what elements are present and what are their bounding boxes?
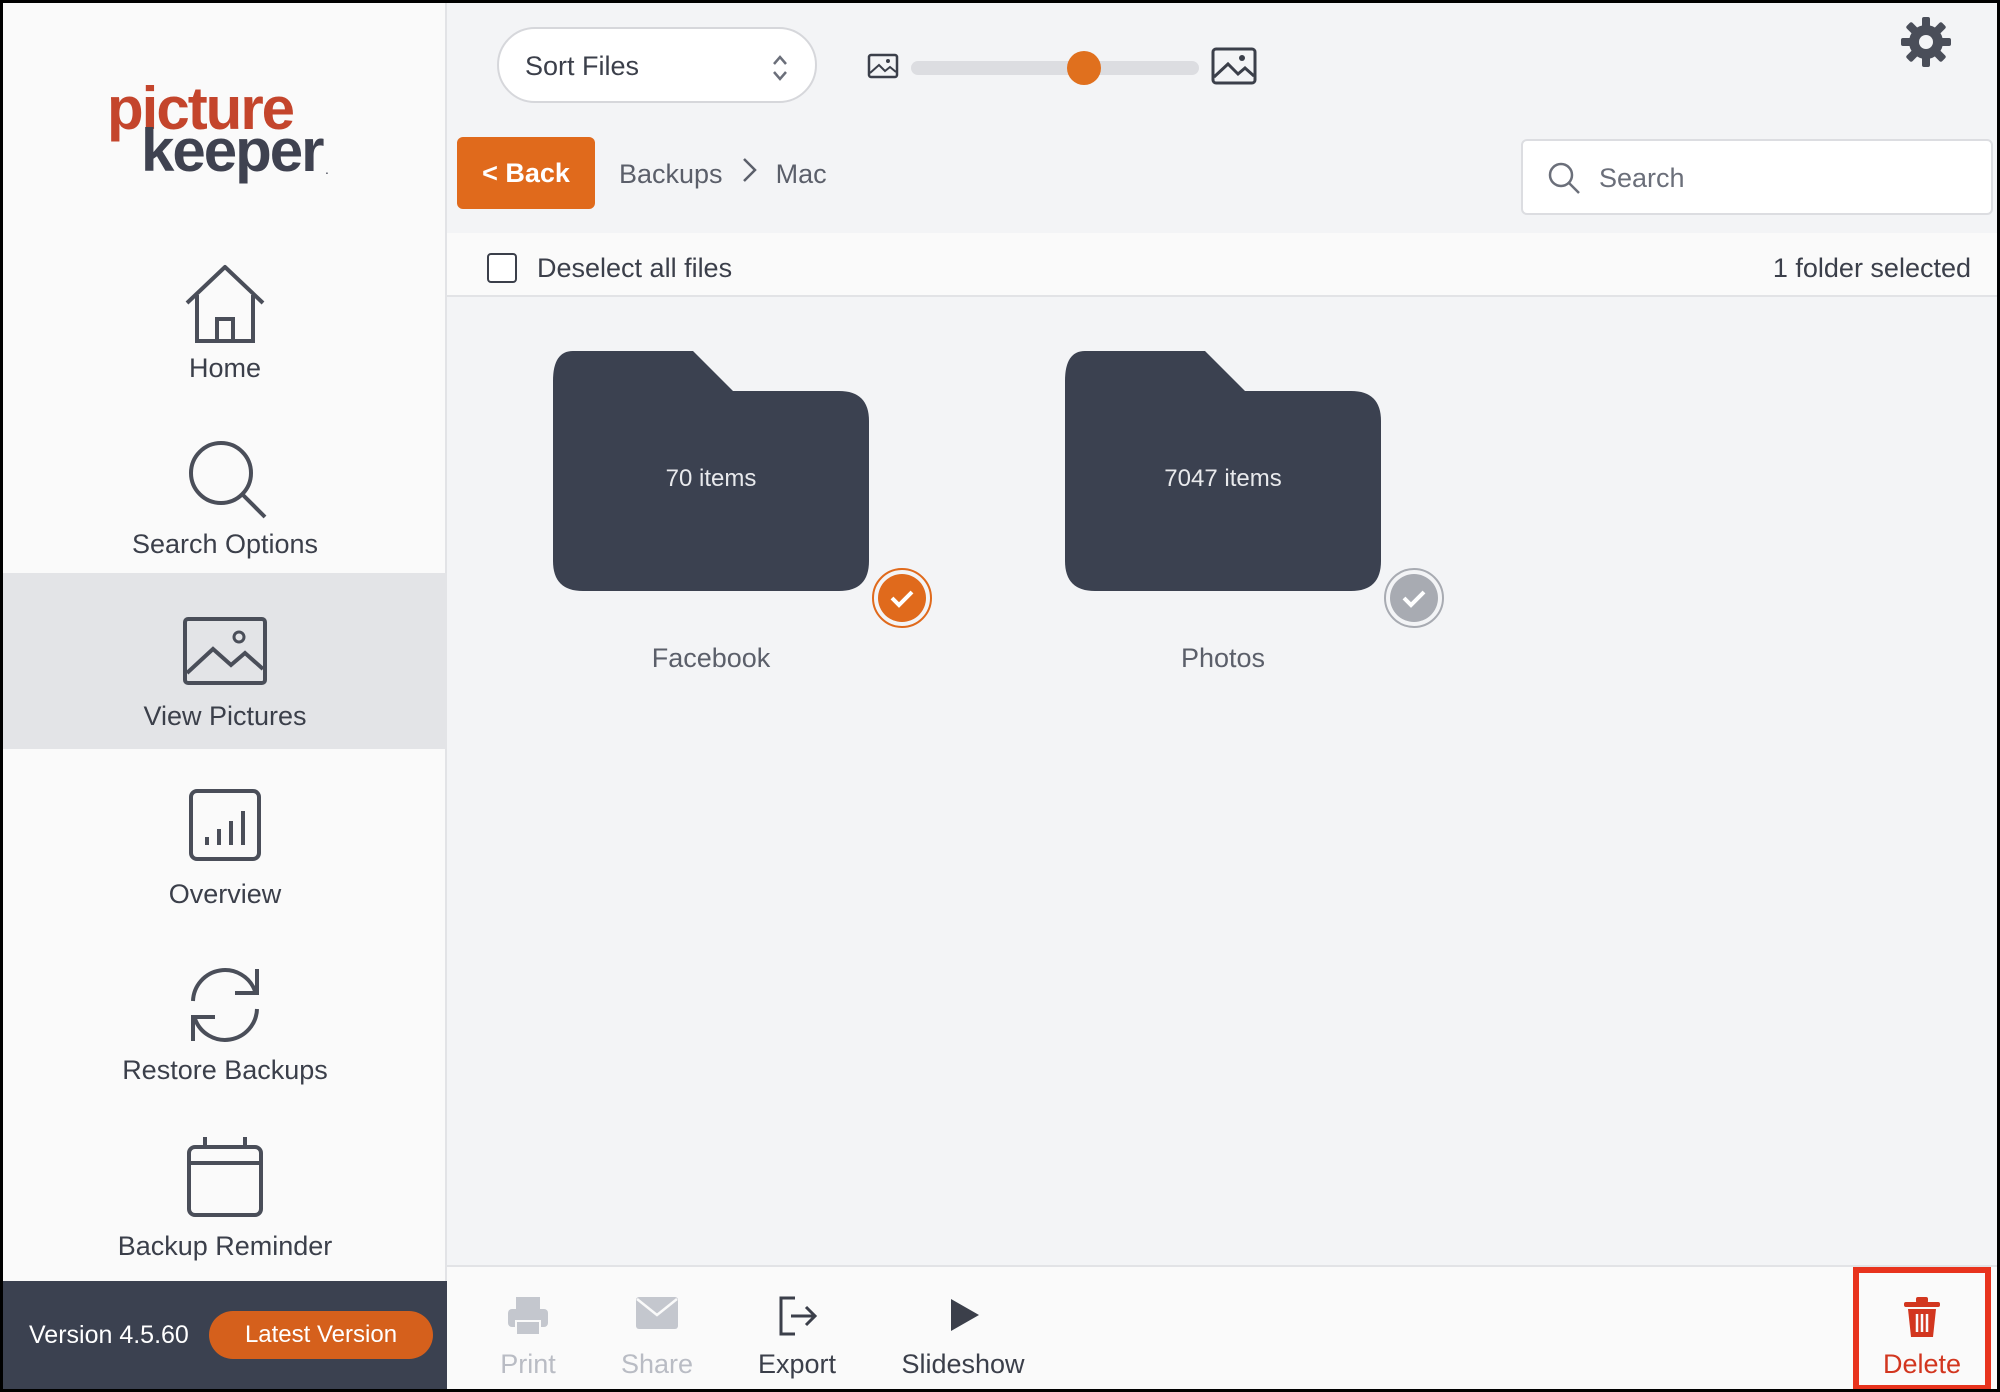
- large-thumbnail-icon[interactable]: [1211, 47, 1257, 87]
- search-icon: [1548, 162, 1580, 194]
- share-label: Share: [620, 1349, 694, 1379]
- chevron-right-icon: [743, 158, 757, 182]
- folder-facebook[interactable]: 70 items Facebook: [553, 351, 932, 673]
- sidebar-item-label: Search Options: [131, 529, 319, 559]
- trash-icon: [1904, 1297, 1940, 1337]
- home-icon: [185, 265, 265, 343]
- back-button[interactable]: < Back: [457, 137, 595, 209]
- slideshow-label: Slideshow: [901, 1349, 1025, 1379]
- sidebar-item-label: Backup Reminder: [117, 1231, 333, 1261]
- envelope-icon: [636, 1297, 678, 1329]
- thumbnail-size-slider[interactable]: [911, 61, 1199, 75]
- sidebar-item-label: Overview: [168, 879, 282, 909]
- folder-name[interactable]: Photos: [1065, 643, 1381, 674]
- play-icon: [951, 1299, 979, 1331]
- calendar-icon: [187, 1137, 263, 1217]
- breadcrumb-mac[interactable]: Mac: [776, 159, 827, 189]
- logo-mark: .: [325, 161, 329, 177]
- sidebar-item-backup-reminder[interactable]: Backup Reminder: [3, 1103, 447, 1279]
- small-thumbnail-icon[interactable]: [867, 53, 899, 81]
- refresh-icon: [191, 968, 259, 1042]
- printer-icon: [508, 1297, 548, 1336]
- delete-button[interactable]: Delete: [1853, 1267, 1991, 1389]
- sidebar-item-label: Home: [188, 353, 262, 383]
- sidebar-item-label: Restore Backups: [122, 1055, 328, 1085]
- deselect-all-checkbox[interactable]: [487, 253, 517, 283]
- sort-files-select[interactable]: Sort Files: [497, 27, 817, 103]
- bar-chart-icon: [189, 789, 261, 861]
- picture-icon: [183, 617, 267, 685]
- search-box[interactable]: [1521, 139, 1993, 215]
- export-icon: [779, 1296, 818, 1336]
- bottom-toolbar: Print Share Export Slideshow Delete: [447, 1265, 1997, 1389]
- sidebar-item-label: View Pictures: [143, 701, 307, 731]
- print-button[interactable]: Print: [483, 1267, 573, 1389]
- sidebar-item-restore-backups[interactable]: Restore Backups: [3, 927, 447, 1103]
- folder-name[interactable]: Facebook: [553, 643, 869, 674]
- sidebar: picture keeper . Home Search Options Vie…: [3, 3, 447, 1389]
- version-text: Version 4.5.60: [29, 1321, 189, 1349]
- search-icon: [189, 441, 267, 519]
- delete-label: Delete: [1882, 1349, 1962, 1379]
- folder-photos[interactable]: 7047 items Photos: [1065, 351, 1444, 673]
- export-label: Export: [757, 1349, 837, 1379]
- share-button[interactable]: Share: [607, 1267, 707, 1389]
- folder-item-count: 7047 items: [1164, 465, 1282, 492]
- version-bar: Version 4.5.60 Latest Version: [3, 1281, 447, 1389]
- selection-row: Deselect all files 1 folder selected: [447, 233, 1997, 297]
- folder-item-count: 70 items: [665, 465, 757, 492]
- unselected-check-icon[interactable]: [1383, 567, 1445, 629]
- sidebar-item-search-options[interactable]: Search Options: [3, 401, 447, 577]
- logo-line-2: keeper: [141, 117, 324, 184]
- gear-icon[interactable]: [1899, 15, 1953, 69]
- sidebar-item-view-pictures[interactable]: View Pictures: [3, 573, 447, 749]
- print-label: Print: [500, 1349, 556, 1379]
- breadcrumb: Backups Mac: [619, 157, 827, 190]
- deselect-all-label[interactable]: Deselect all files: [537, 253, 732, 284]
- selected-count: 1 folder selected: [1772, 253, 1971, 283]
- sidebar-item-home[interactable]: Home: [3, 225, 447, 401]
- selected-check-icon[interactable]: [871, 567, 933, 629]
- breadcrumb-backups[interactable]: Backups: [619, 159, 723, 189]
- search-input[interactable]: [1599, 159, 1979, 197]
- export-button[interactable]: Export: [747, 1267, 847, 1389]
- app-window: picture keeper . Home Search Options Vie…: [3, 3, 1997, 1389]
- latest-version-button[interactable]: Latest Version: [209, 1311, 433, 1359]
- sort-files-label: Sort Files: [525, 51, 640, 81]
- slider-handle[interactable]: [1066, 51, 1101, 85]
- chevron-updown-icon: [773, 55, 787, 81]
- slideshow-button[interactable]: Slideshow: [887, 1267, 1039, 1389]
- picturekeeper-logo: picture keeper .: [3, 79, 447, 184]
- sidebar-item-overview[interactable]: Overview: [3, 751, 447, 927]
